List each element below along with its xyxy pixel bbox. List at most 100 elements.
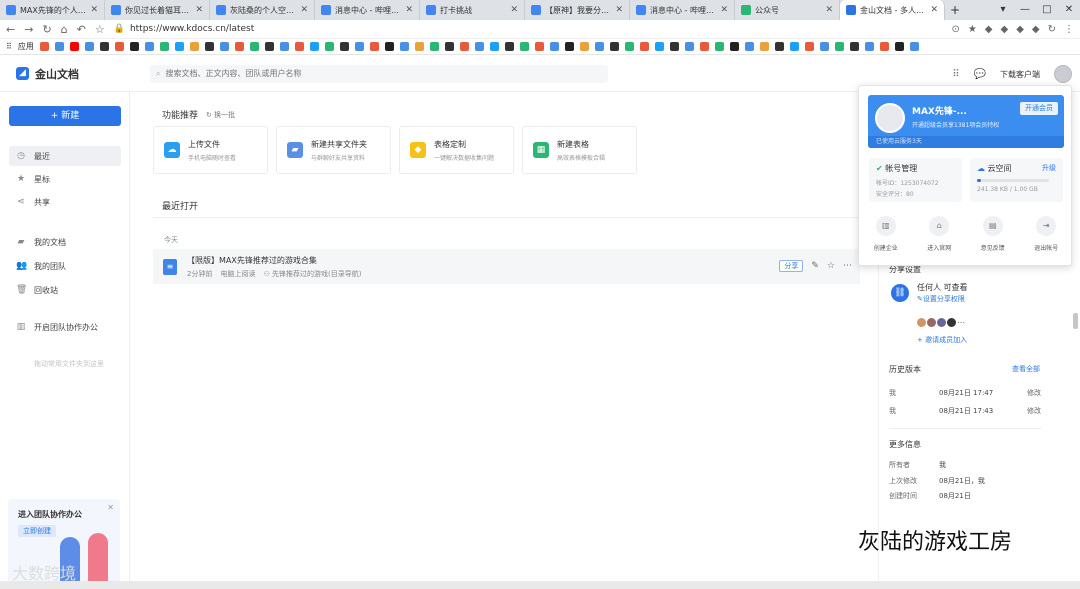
bookmark-favicon-icon[interactable] bbox=[339, 42, 349, 51]
bookmark-favicon-icon[interactable] bbox=[474, 42, 484, 51]
bookmark-favicon-icon[interactable] bbox=[324, 42, 334, 51]
sidebar-item-recent[interactable]: ◷ 最近 bbox=[9, 146, 121, 166]
bookmark-favicon-icon[interactable] bbox=[699, 42, 709, 51]
bookmark-favicon-icon[interactable] bbox=[309, 42, 319, 51]
bookmark-favicon-icon[interactable] bbox=[909, 42, 919, 51]
bookmark-favicon-icon[interactable] bbox=[414, 42, 424, 51]
bookmark-favicon-icon[interactable] bbox=[639, 42, 649, 51]
bookmark-favicon-icon[interactable] bbox=[174, 42, 184, 51]
bookmark-favicon-icon[interactable] bbox=[714, 42, 724, 51]
sidebar-item-starred[interactable]: ★ 星标 bbox=[9, 169, 121, 189]
download-client-link[interactable]: 下载客户端 bbox=[1000, 69, 1040, 80]
storage-upgrade-link[interactable]: 升级 bbox=[1042, 163, 1056, 174]
bookmark-favicon-icon[interactable] bbox=[594, 42, 604, 51]
sidebar-item-my-team[interactable]: 👥 我的团队 bbox=[9, 256, 121, 276]
bookmark-favicon-icon[interactable] bbox=[234, 42, 244, 51]
bookmark-favicon-icon[interactable] bbox=[849, 42, 859, 51]
extension-icon[interactable]: ◆ bbox=[1032, 24, 1040, 35]
close-icon[interactable]: ✕ bbox=[930, 5, 938, 15]
close-window-icon[interactable]: ✕ bbox=[1058, 0, 1080, 20]
reload-icon[interactable]: ↻ bbox=[42, 23, 51, 36]
set-share-permission-link[interactable]: ✎设置分享权限 bbox=[917, 294, 965, 304]
close-icon[interactable]: ✕ bbox=[615, 5, 623, 15]
edit-icon[interactable]: ✎ bbox=[811, 261, 819, 271]
bookmark-favicon-icon[interactable] bbox=[534, 42, 544, 51]
upgrade-vip-button[interactable]: 开通会员 bbox=[1020, 102, 1058, 115]
bookmark-favicon-icon[interactable] bbox=[264, 42, 274, 51]
address-bar[interactable]: 🔒 https://www.kdocs.cn/latest bbox=[114, 24, 943, 34]
bookmark-favicon-icon[interactable] bbox=[144, 42, 154, 51]
bookmark-favicon-icon[interactable] bbox=[789, 42, 799, 51]
forward-arrow-icon[interactable]: → bbox=[24, 23, 33, 36]
bookmark-favicon-icon[interactable] bbox=[459, 42, 469, 51]
bookmark-favicon-icon[interactable] bbox=[654, 42, 664, 51]
bookmark-favicon-icon[interactable] bbox=[759, 42, 769, 51]
bookmark-favicon-icon[interactable] bbox=[579, 42, 589, 51]
bookmark-star-icon[interactable]: ☆ bbox=[95, 23, 105, 36]
more-icon[interactable]: ⋯ bbox=[957, 318, 965, 327]
file-name[interactable]: 【限版】MAX先锋推荐过的游戏合集 bbox=[187, 255, 361, 266]
bookmark-favicon-icon[interactable] bbox=[429, 42, 439, 51]
back-arrow-icon[interactable]: ← bbox=[6, 23, 15, 36]
create-enterprise-button[interactable]: ▥ 创建企业 bbox=[863, 216, 909, 252]
new-button[interactable]: + 新建 bbox=[9, 106, 121, 126]
bookmark-favicon-icon[interactable] bbox=[774, 42, 784, 51]
bookmark-favicon-icon[interactable] bbox=[294, 42, 304, 51]
bookmark-favicon-icon[interactable] bbox=[84, 42, 94, 51]
bookmark-favicon-icon[interactable] bbox=[114, 42, 124, 51]
bookmark-favicon-icon[interactable] bbox=[279, 42, 289, 51]
bookmark-favicon-icon[interactable] bbox=[129, 42, 139, 51]
app-logo[interactable]: ◢ 金山文档 bbox=[0, 66, 150, 82]
close-icon[interactable]: ✕ bbox=[107, 503, 114, 512]
browser-tab[interactable]: 消息中心 - 哔哩哔哩弹✕ bbox=[315, 0, 420, 20]
bookmark-favicon-icon[interactable] bbox=[669, 42, 679, 51]
history-row[interactable]: 我 08月21日 17:47 修改 bbox=[889, 388, 1041, 398]
bookmark-favicon-icon[interactable] bbox=[159, 42, 169, 51]
extension-icon[interactable]: ◆ bbox=[985, 24, 993, 35]
bookmark-favicon-icon[interactable] bbox=[864, 42, 874, 51]
bookmark-favicon-icon[interactable] bbox=[354, 42, 364, 51]
bookmark-favicon-icon[interactable] bbox=[504, 42, 514, 51]
bookmark-favicon-icon[interactable] bbox=[519, 42, 529, 51]
sidebar-item-trash[interactable]: 🗑 回收站 bbox=[9, 280, 121, 300]
menu-dots-icon[interactable]: ⋮ bbox=[1064, 24, 1074, 35]
undo-icon[interactable]: ↶ bbox=[77, 23, 86, 36]
bookmark-favicon-icon[interactable] bbox=[684, 42, 694, 51]
sidebar-item-my-docs[interactable]: ▰ 我的文档 bbox=[9, 232, 121, 252]
extension-icon[interactable]: ◆ bbox=[1016, 24, 1024, 35]
browser-tab[interactable]: 公众号 ✕ bbox=[735, 0, 840, 20]
bookmark-favicon-icon[interactable] bbox=[609, 42, 619, 51]
feedback-button[interactable]: ▤ 意见反馈 bbox=[970, 216, 1016, 252]
cloud-storage[interactable]: ☁ 云空间 升级 241.38 KB / 1.00 GB bbox=[970, 158, 1063, 202]
sidebar-item-team-office[interactable]: ▥ 开启团队协作办公 bbox=[9, 317, 121, 337]
feature-card-shared-folder[interactable]: ▰ 新建共享文件夹 与群聊好友共享资料 bbox=[276, 126, 391, 174]
account-management[interactable]: ✔ 帐号管理 帐号ID：1253074072 安全评分：80 bbox=[869, 158, 962, 202]
refresh-extension-icon[interactable]: ↻ bbox=[1048, 24, 1056, 35]
logout-button[interactable]: ⇥ 退出帐号 bbox=[1023, 216, 1069, 252]
feature-card-new-sheet[interactable]: ▦ 新建表格 高效表格模板合辑 bbox=[522, 126, 637, 174]
message-icon[interactable]: 💬 bbox=[974, 69, 986, 80]
view-all-history-link[interactable]: 查看全部 bbox=[1012, 364, 1040, 374]
bookmark-favicon-icon[interactable] bbox=[879, 42, 889, 51]
more-icon[interactable]: ⋯ bbox=[843, 261, 852, 271]
bookmark-favicon-icon[interactable] bbox=[549, 42, 559, 51]
star-icon[interactable]: ☆ bbox=[827, 261, 835, 271]
share-button[interactable]: 分享 bbox=[779, 260, 804, 272]
star-icon[interactable]: ★ bbox=[968, 24, 977, 35]
browser-tab[interactable]: MAX先锋的个人空间_✕ bbox=[0, 0, 105, 20]
bookmark-favicon-icon[interactable] bbox=[219, 42, 229, 51]
close-icon[interactable]: ✕ bbox=[720, 5, 728, 15]
feature-card-form[interactable]: ◆ 表格定制 一键解决数据收集问题 bbox=[399, 126, 514, 174]
close-icon[interactable]: ✕ bbox=[405, 5, 413, 15]
bookmark-favicon-icon[interactable] bbox=[894, 42, 904, 51]
close-icon[interactable]: ✕ bbox=[195, 5, 203, 15]
bookmark-favicon-icon[interactable] bbox=[189, 42, 199, 51]
browser-tab[interactable]: 你见过长着猫耳的海盗✕ bbox=[105, 0, 210, 20]
close-icon[interactable]: ✕ bbox=[300, 5, 308, 15]
bookmark-apps-label[interactable]: 应用 bbox=[18, 41, 34, 52]
tab-search-icon[interactable]: ▾ bbox=[992, 0, 1014, 20]
bookmark-favicon-icon[interactable] bbox=[99, 42, 109, 51]
extension-icon[interactable]: ◆ bbox=[1001, 24, 1009, 35]
browser-tab[interactable]: 【原神】我要分享一下✕ bbox=[525, 0, 630, 20]
avatar[interactable] bbox=[1054, 65, 1072, 83]
